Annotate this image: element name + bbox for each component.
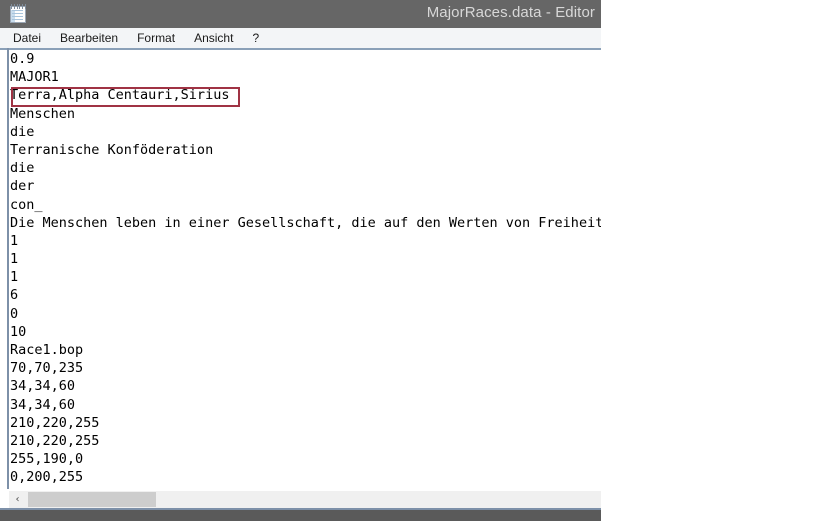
menu-item-help[interactable]: ?	[252, 28, 259, 48]
screen-root: MajorRaces.data - Editor Datei Bearbeite…	[0, 0, 819, 521]
text-line: Menschen	[10, 105, 76, 122]
notepad-icon	[9, 4, 28, 24]
window-title-bar[interactable]: MajorRaces.data - Editor	[0, 0, 601, 28]
text-line: die	[10, 123, 35, 140]
notepad-icon-lines	[12, 10, 23, 20]
window-bottom-shadow	[0, 510, 601, 521]
text-line: MAJOR1	[10, 69, 59, 86]
text-line: die	[10, 160, 35, 177]
text-line: 1	[10, 251, 19, 268]
menu-item-ansicht[interactable]: Ansicht	[194, 28, 233, 48]
text-line: Race1.bop	[10, 342, 84, 358]
text-line: Die Menschen leben in einer Gesellschaft…	[10, 214, 601, 231]
text-line: 10	[10, 323, 27, 340]
window-title: MajorRaces.data - Editor	[426, 4, 595, 21]
text-line: 0.9	[10, 51, 35, 67]
text-line: Terra,Alpha Centauri,Sirius	[10, 87, 230, 104]
text-line: 34,34,60	[10, 396, 76, 413]
text-line: 255,190,0	[10, 451, 84, 468]
text-line: 1	[10, 232, 19, 249]
text-line: 210,220,255	[10, 414, 100, 431]
text-line: con_	[10, 196, 43, 213]
text-line: Terranische Konföderation	[10, 141, 214, 158]
text-line: 70,70,235	[10, 360, 84, 377]
notepad-window: MajorRaces.data - Editor Datei Bearbeite…	[0, 0, 601, 521]
menu-item-format[interactable]: Format	[137, 28, 175, 48]
horizontal-scrollbar[interactable]: ‹	[9, 491, 601, 508]
text-line: 210,220,255	[10, 432, 100, 449]
scroll-left-arrow-icon[interactable]: ‹	[9, 491, 26, 508]
text-line: 1	[10, 269, 19, 286]
client-left-border	[7, 48, 9, 489]
menu-bar: Datei Bearbeiten Format Ansicht ?	[0, 28, 601, 48]
menu-item-bearbeiten[interactable]: Bearbeiten	[60, 28, 118, 48]
text-line: der	[10, 178, 35, 195]
menu-item-datei[interactable]: Datei	[13, 28, 41, 48]
scrollbar-thumb[interactable]	[28, 492, 156, 507]
notepad-icon-spiral	[11, 4, 26, 9]
frame-left-strip	[0, 48, 7, 510]
text-line: 34,34,60	[10, 378, 76, 395]
text-editor-area[interactable]: 0.9 MAJOR1 Terra,Alpha Centauri,Sirius M…	[10, 50, 601, 488]
text-line: 6	[10, 287, 19, 304]
text-line: 0,200,255	[10, 469, 84, 486]
text-line: 0	[10, 305, 19, 322]
